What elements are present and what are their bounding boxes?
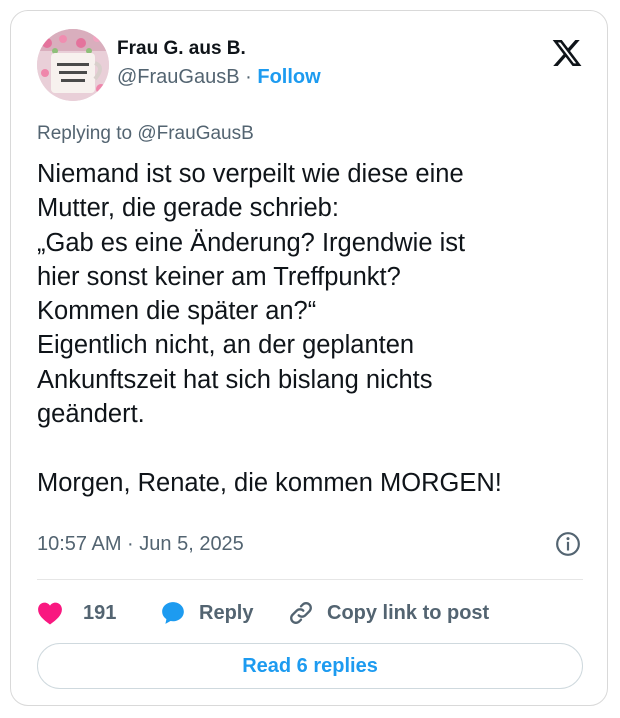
divider [37, 579, 583, 580]
read-replies-button[interactable]: Read 6 replies [37, 643, 583, 689]
author-block: Frau G. aus B. @FrauGausB · Follow [117, 37, 321, 93]
handle-separator: · [245, 66, 252, 88]
x-logo-icon[interactable] [551, 37, 583, 69]
like-count: 191 [83, 601, 117, 624]
author-handle-row: @FrauGausB · Follow [117, 61, 321, 93]
like-button[interactable]: 191 [37, 589, 116, 637]
mug-avatar-icon [37, 29, 109, 101]
heart-icon [38, 602, 62, 625]
action-bar: 191 Reply Copy link to post [37, 589, 583, 637]
follow-button[interactable]: Follow [257, 66, 320, 88]
reply-label: Reply [199, 601, 254, 624]
copy-link-label: Copy link to post [327, 601, 490, 624]
copy-link-button[interactable]: Copy link to post [287, 589, 489, 637]
tweet-text: Niemand ist so verpeilt wie diese eine M… [37, 160, 502, 497]
info-icon[interactable] [555, 531, 581, 557]
author-handle[interactable]: @FrauGausB [117, 66, 240, 88]
avatar[interactable] [37, 29, 109, 101]
timestamp[interactable]: 10:57 AM · Jun 5, 2025 [37, 531, 244, 557]
link-icon [290, 602, 312, 624]
reply-button[interactable]: Reply [159, 589, 253, 637]
author-display-name[interactable]: Frau G. aus B. [117, 37, 321, 61]
speech-bubble-icon [162, 602, 184, 624]
replying-to: Replying to @FrauGausB [37, 123, 254, 144]
post-card: Frau G. aus B. @FrauGausB · Follow Reply… [10, 10, 608, 706]
